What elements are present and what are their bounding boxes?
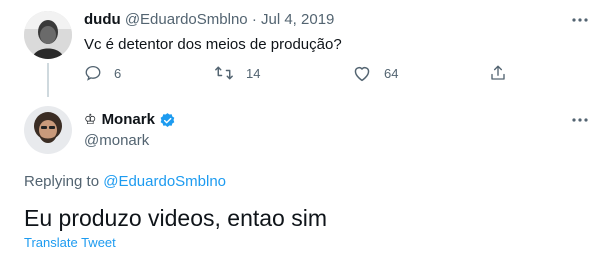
person-avatar-image xyxy=(24,106,72,154)
crown-emoji: ♔ xyxy=(84,112,97,128)
share-icon xyxy=(491,65,505,80)
replying-to-prefix: Replying to xyxy=(24,173,100,190)
share-button[interactable] xyxy=(489,64,507,82)
parent-more-button[interactable] xyxy=(571,11,589,29)
retweet-button[interactable]: 14 xyxy=(214,64,260,82)
like-count: 64 xyxy=(384,65,399,81)
verified-badge-icon xyxy=(160,112,175,127)
translate-tweet-link[interactable]: Translate Tweet xyxy=(24,235,116,251)
main-avatar[interactable] xyxy=(24,106,72,154)
main-handle[interactable]: @monark xyxy=(84,131,149,151)
parent-date[interactable]: Jul 4, 2019 xyxy=(261,11,334,28)
header-separator: · xyxy=(251,11,257,28)
main-tweet-text: Eu produzo videos, entao sim xyxy=(24,205,328,231)
retweet-count: 14 xyxy=(246,65,261,81)
reply-button[interactable]: 6 xyxy=(84,64,121,82)
main-name-row: ♔ Monark xyxy=(84,110,176,130)
replying-to-line: Replying to @EduardoSmblno xyxy=(24,172,226,192)
reply-icon xyxy=(85,65,101,81)
person-avatar-image xyxy=(24,11,72,59)
parent-display-name[interactable]: dudu xyxy=(84,11,121,28)
parent-avatar[interactable] xyxy=(24,11,72,59)
parent-tweet-text: Vc é detentor dos meios de produção? xyxy=(84,36,342,53)
parent-handle[interactable]: @EduardoSmblno xyxy=(125,11,248,28)
main-more-button[interactable] xyxy=(571,111,589,129)
replying-to-handle-link[interactable]: @EduardoSmblno xyxy=(103,173,226,190)
reply-count: 6 xyxy=(114,65,122,81)
parent-header: dudu @EduardoSmblno · Jul 4, 2019 xyxy=(84,10,334,30)
more-dots-icon xyxy=(572,118,588,122)
thread-line xyxy=(47,63,49,97)
like-button[interactable]: 64 xyxy=(352,64,398,82)
heart-icon xyxy=(354,66,370,82)
retweet-icon xyxy=(215,66,233,80)
verified-badge xyxy=(159,112,176,129)
more-dots-icon xyxy=(572,18,588,22)
main-display-name[interactable]: Monark xyxy=(102,110,155,130)
